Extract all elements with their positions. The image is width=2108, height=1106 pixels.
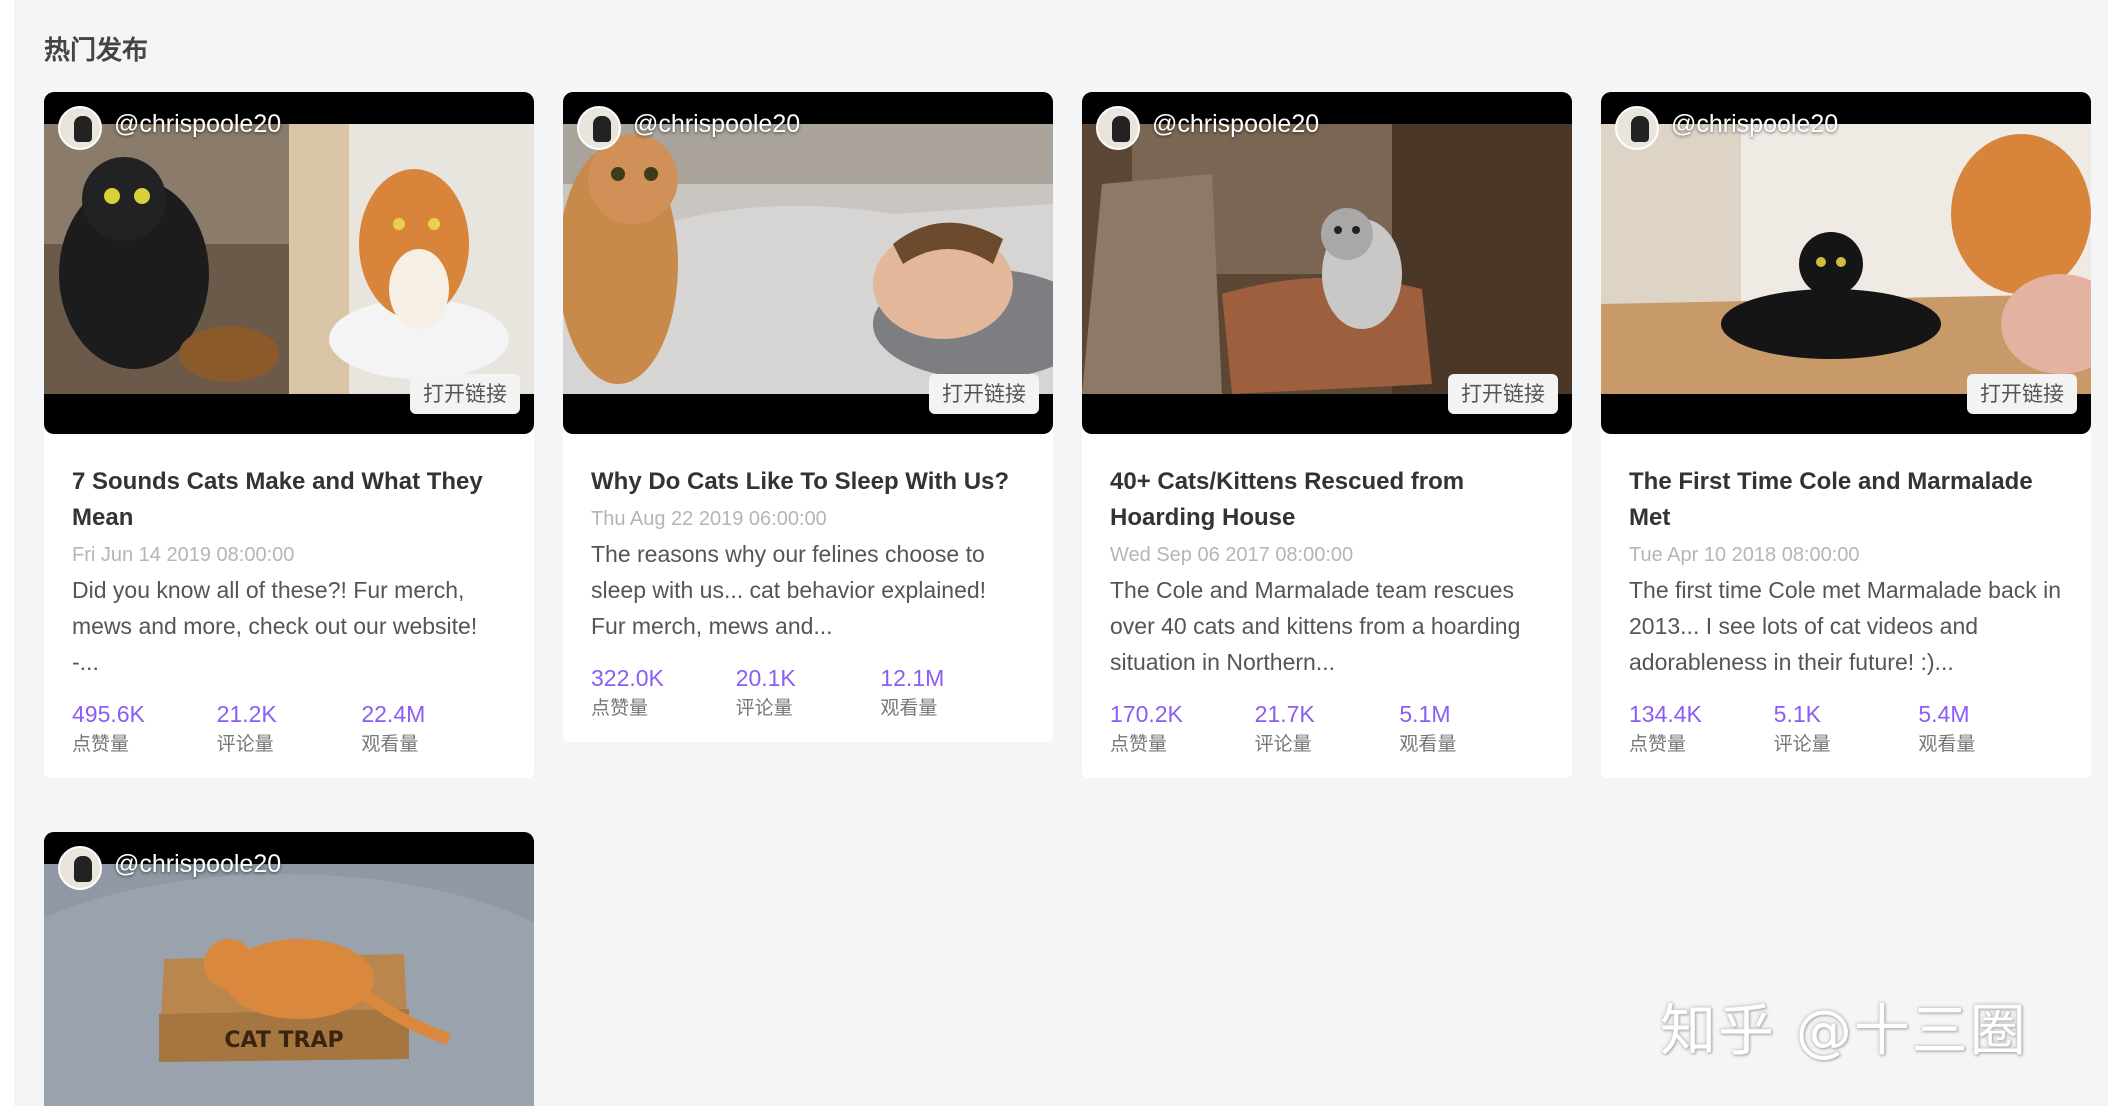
- views-label: 观看量: [1918, 733, 1976, 755]
- publish-date: Tue Apr 10 2018 08:00:00: [1629, 544, 1860, 566]
- video-description: The first time Cole met Marmalade back i…: [1629, 577, 2062, 675]
- views-count: 5.4M: [1918, 701, 1970, 727]
- video-thumbnail[interactable]: @chrispoole20 打开链接: [563, 92, 1053, 434]
- video-thumbnail[interactable]: @chrispoole20 打开链接: [44, 92, 534, 434]
- thumbnail-image: [44, 124, 534, 394]
- author-handle: @chrispoole20: [114, 110, 282, 138]
- video-description: Did you know all of these?! Fur merch, m…: [72, 577, 478, 675]
- likes-label: 点赞量: [72, 733, 130, 755]
- video-thumbnail[interactable]: @chrispoole20 打开链接: [1601, 92, 2091, 434]
- comments-count: 20.1K: [735, 665, 796, 691]
- thumbnail-caption: CAT TRAP: [224, 1028, 343, 1053]
- likes-label: 点赞量: [1629, 733, 1687, 755]
- video-card[interactable]: @chrispoole20 打开链接 Why Do Cats Like To S…: [563, 92, 1053, 742]
- thumbnail-image: CAT TRAP: [44, 864, 534, 1106]
- author-handle: @chrispoole20: [114, 850, 282, 878]
- likes-label: 点赞量: [591, 697, 649, 719]
- stats-row: 322.0K 点赞量 20.1K 评论量 12.1M 观看量: [591, 662, 1025, 742]
- comments-count: 21.2K: [216, 701, 277, 727]
- video-description: The reasons why our felines choose to sl…: [591, 541, 987, 639]
- video-card[interactable]: @chrispoole20 打开链接 The First Time Cole a…: [1601, 92, 2091, 778]
- video-title[interactable]: The First Time Cole and Marmalade Met: [1629, 464, 2063, 536]
- open-link-button[interactable]: 打开链接: [1967, 374, 2077, 414]
- video-thumbnail[interactable]: CAT TRAP @chrispoole20: [44, 832, 534, 1106]
- comments-count: 21.7K: [1254, 701, 1315, 727]
- avatar: [1615, 106, 1659, 150]
- likes-label: 点赞量: [1110, 733, 1168, 755]
- open-link-button[interactable]: 打开链接: [1448, 374, 1558, 414]
- avatar: [58, 106, 102, 150]
- likes-count: 134.4K: [1629, 701, 1702, 727]
- stats-row: 170.2K 点赞量 21.7K 评论量 5.1M 观看量: [1110, 698, 1544, 778]
- comments-label: 评论量: [216, 733, 274, 755]
- section-title: 热门发布: [44, 36, 149, 66]
- views-count: 5.1M: [1399, 701, 1451, 727]
- avatar: [58, 846, 102, 890]
- thumbnail-image: [1601, 124, 2091, 394]
- thumbnail-image: [1082, 124, 1572, 394]
- likes-count: 170.2K: [1110, 701, 1183, 727]
- likes-count: 322.0K: [591, 665, 664, 691]
- avatar: [1096, 106, 1140, 150]
- comments-label: 评论量: [735, 697, 793, 719]
- comments-label: 评论量: [1254, 733, 1312, 755]
- comments-label: 评论量: [1773, 733, 1831, 755]
- video-title[interactable]: 7 Sounds Cats Make and What They Mean: [72, 464, 506, 536]
- video-thumbnail[interactable]: @chrispoole20 打开链接: [1082, 92, 1572, 434]
- video-card[interactable]: @chrispoole20 打开链接 40+ Cats/Kittens Resc…: [1082, 92, 1572, 778]
- views-count: 22.4M: [361, 701, 426, 727]
- avatar: [577, 106, 621, 150]
- open-link-button[interactable]: 打开链接: [410, 374, 520, 414]
- publish-date: Fri Jun 14 2019 08:00:00: [72, 544, 295, 566]
- watermark: 知乎 @十三圈: [1660, 999, 2028, 1064]
- video-title[interactable]: 40+ Cats/Kittens Rescued from Hoarding H…: [1110, 464, 1544, 536]
- views-label: 观看量: [361, 733, 419, 755]
- video-card[interactable]: @chrispoole20 打开链接 7 Sounds Cats Make an…: [44, 92, 534, 778]
- stats-row: 134.4K 点赞量 5.1K 评论量 5.4M 观看量: [1629, 698, 2063, 778]
- comments-count: 5.1K: [1773, 701, 1821, 727]
- video-title[interactable]: Why Do Cats Like To Sleep With Us?: [591, 464, 1025, 500]
- likes-count: 495.6K: [72, 701, 145, 727]
- author-handle: @chrispoole20: [633, 110, 801, 138]
- author-handle: @chrispoole20: [1671, 110, 1839, 138]
- open-link-button[interactable]: 打开链接: [929, 374, 1039, 414]
- video-description: The Cole and Marmalade team rescues over…: [1110, 577, 1521, 675]
- author-handle: @chrispoole20: [1152, 110, 1320, 138]
- views-count: 12.1M: [880, 665, 945, 691]
- stats-row: 495.6K 点赞量 21.2K 评论量 22.4M 观看量: [72, 698, 506, 778]
- publish-date: Thu Aug 22 2019 06:00:00: [591, 508, 827, 530]
- views-label: 观看量: [1399, 733, 1457, 755]
- views-label: 观看量: [880, 697, 938, 719]
- thumbnail-image: [563, 124, 1053, 394]
- publish-date: Wed Sep 06 2017 08:00:00: [1110, 544, 1354, 566]
- video-card[interactable]: CAT TRAP @chrispoole20: [44, 832, 534, 1106]
